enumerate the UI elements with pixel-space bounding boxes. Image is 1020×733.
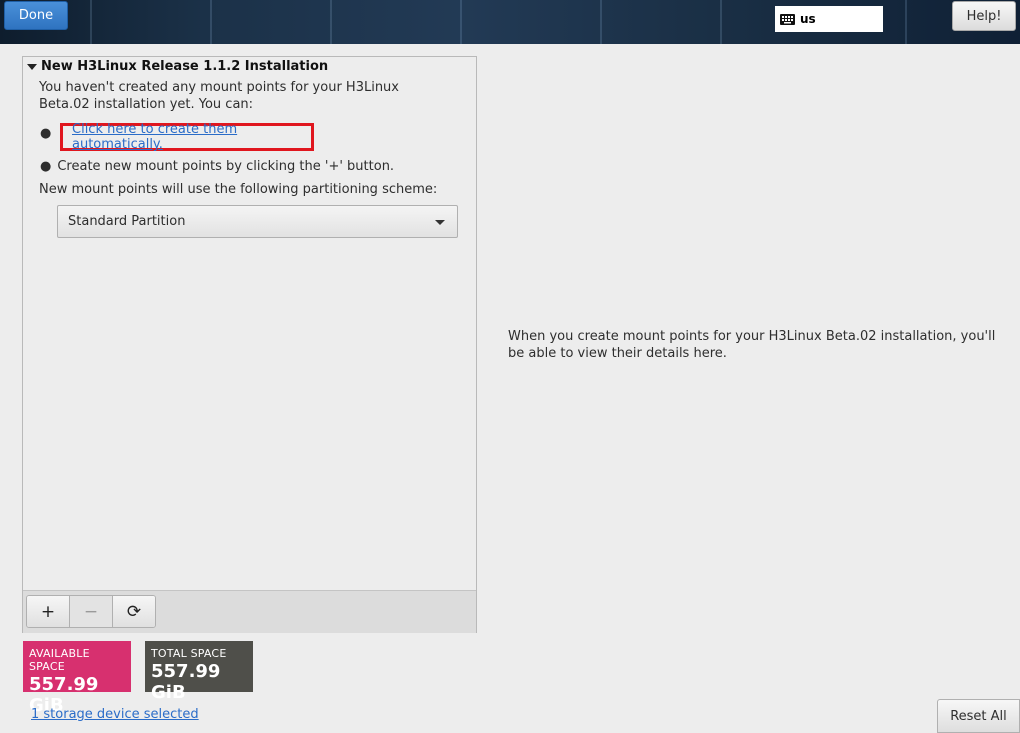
partition-scheme-dropdown[interactable]: Standard Partition — [57, 205, 458, 238]
partition-scheme-value: Standard Partition — [68, 214, 186, 229]
keyboard-layout-label: us — [800, 12, 816, 26]
bullet-icon: ● — [40, 126, 52, 141]
done-button[interactable]: Done — [4, 1, 68, 30]
reset-all-button[interactable]: Reset All — [937, 699, 1020, 733]
remove-mount-point-button[interactable]: − — [69, 596, 112, 627]
mount-point-button-group: + − ⟳ — [26, 595, 156, 628]
bullet-icon: ● — [40, 159, 52, 174]
keyboard-icon — [780, 13, 795, 25]
installation-expander[interactable]: New H3Linux Release 1.1.2 Installation — [27, 59, 328, 74]
keyboard-layout-indicator[interactable]: us — [775, 6, 883, 32]
header-bar: Done us Help! — [0, 0, 1020, 44]
details-placeholder-text: When you create mount points for your H3… — [508, 329, 996, 361]
available-space-box: AVAILABLE SPACE 557.99 GiB — [23, 641, 131, 716]
auto-create-highlight: Click here to create them automatically. — [60, 122, 314, 152]
mount-point-toolbar: + − ⟳ — [23, 590, 476, 633]
installation-title: New H3Linux Release 1.1.2 Installation — [41, 59, 329, 74]
mount-points-panel: New H3Linux Release 1.1.2 Installation Y… — [22, 56, 477, 633]
storage-devices-link[interactable]: 1 storage device selected — [31, 707, 199, 722]
partition-scheme-label: New mount points will use the following … — [39, 182, 438, 197]
total-space-label: TOTAL SPACE — [151, 647, 227, 660]
available-space-label: AVAILABLE SPACE — [29, 647, 90, 673]
chevron-down-icon — [435, 220, 445, 225]
manual-create-hint: ● Create new mount points by clicking the… — [40, 159, 394, 174]
total-space-value: 557.99 GiB — [151, 661, 221, 703]
manual-create-text: Create new mount points by clicking the … — [57, 159, 395, 174]
help-button[interactable]: Help! — [952, 1, 1016, 31]
auto-create-link[interactable]: Click here to create them automatically. — [72, 122, 311, 152]
refresh-button[interactable]: ⟳ — [112, 596, 155, 627]
add-mount-point-button[interactable]: + — [27, 596, 69, 627]
total-space-box: TOTAL SPACE 557.99 GiB — [145, 641, 253, 703]
intro-text: You haven't created any mount points for… — [39, 80, 399, 112]
expander-triangle-icon — [27, 63, 37, 70]
